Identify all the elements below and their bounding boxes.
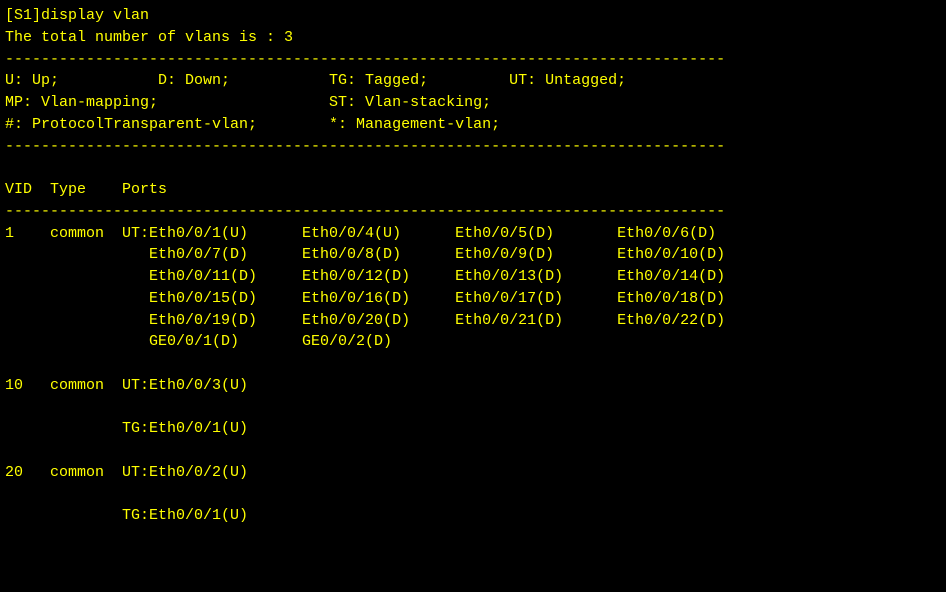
table-header: VID Type Ports [5,179,941,201]
vlan20-row3: TG:Eth0/0/1(U) [5,505,941,527]
vlan10-row3: TG:Eth0/0/1(U) [5,418,941,440]
vlan1-row2: Eth0/0/7(D) Eth0/0/8(D) Eth0/0/9(D) Eth0… [5,244,941,266]
vlan1-row4: Eth0/0/15(D) Eth0/0/16(D) Eth0/0/17(D) E… [5,288,941,310]
cli-prompt-command: [S1]display vlan [5,5,941,27]
legend-row-3: #: ProtocolTransparent-vlan; *: Manageme… [5,114,941,136]
divider: ----------------------------------------… [5,201,941,223]
vlan1-row5: Eth0/0/19(D) Eth0/0/20(D) Eth0/0/21(D) E… [5,310,941,332]
vlan1-row3: Eth0/0/11(D) Eth0/0/12(D) Eth0/0/13(D) E… [5,266,941,288]
divider: ----------------------------------------… [5,49,941,71]
legend-row-2: MP: Vlan-mapping; ST: Vlan-stacking; [5,92,941,114]
blank-line [5,397,941,419]
divider: ----------------------------------------… [5,136,941,158]
total-vlans-line: The total number of vlans is : 3 [5,27,941,49]
vlan1-row1: 1 common UT:Eth0/0/1(U) Eth0/0/4(U) Eth0… [5,223,941,245]
vlan1-row6: GE0/0/1(D) GE0/0/2(D) [5,331,941,353]
vlan10-row1: 10 common UT:Eth0/0/3(U) [5,375,941,397]
blank-line [5,484,941,506]
vlan20-row1: 20 common UT:Eth0/0/2(U) [5,462,941,484]
blank-line [5,157,941,179]
legend-row-1: U: Up; D: Down; TG: Tagged; UT: Untagged… [5,70,941,92]
blank-line [5,353,941,375]
blank-line [5,440,941,462]
